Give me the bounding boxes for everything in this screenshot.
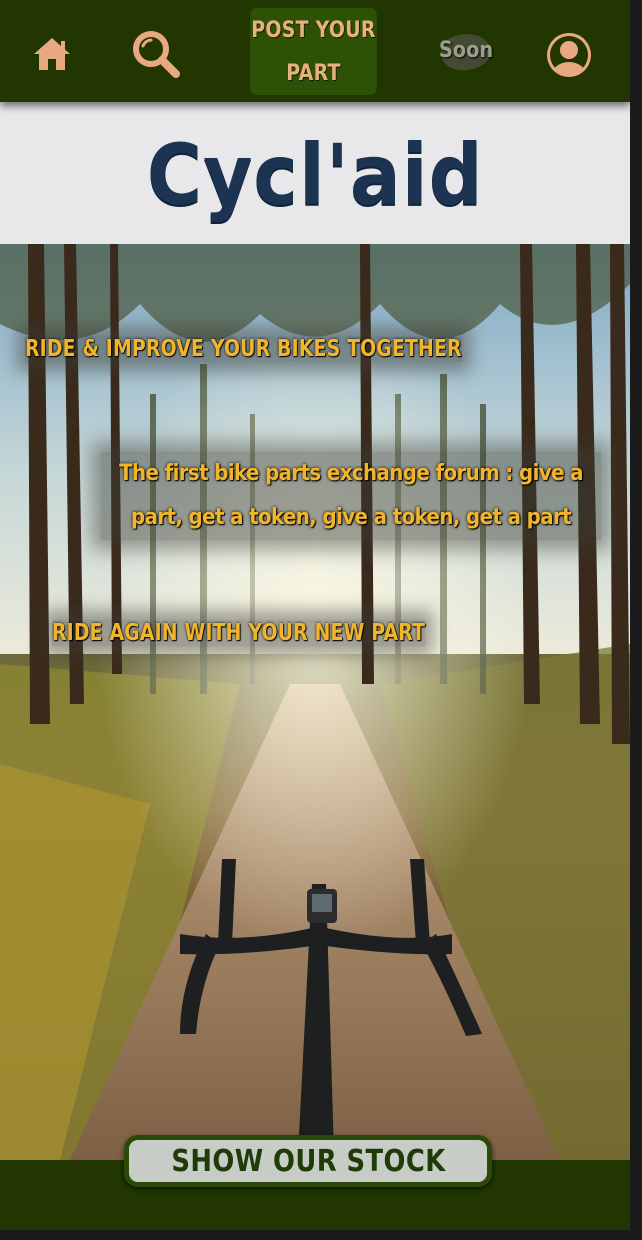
hero-tagline-exchange-forum: The first bike parts exchange forum : gi… — [101, 452, 601, 540]
site-title: Cycl'aid — [146, 126, 484, 224]
soon-button[interactable]: Soon — [431, 28, 501, 74]
hero-tagline-ride-again: RIDE AGAIN WITH YOUR NEW PART — [52, 620, 426, 646]
search-icon — [133, 31, 180, 78]
app-window: POST YOUR PART Soon Cycl'aid RIDE & IMPR… — [0, 0, 630, 1230]
forest-trail-photo — [0, 244, 630, 1160]
show-stock-button[interactable]: SHOW OUR STOCK — [124, 1135, 492, 1187]
home-icon — [34, 38, 70, 70]
account-button[interactable] — [544, 30, 594, 80]
post-button-label-line2: PART — [286, 60, 341, 86]
hero-banner: RIDE & IMPROVE YOUR BIKES TOGETHER The f… — [0, 244, 630, 1160]
user-circle-icon — [547, 33, 591, 77]
post-your-part-button[interactable]: POST YOUR PART — [250, 8, 377, 95]
search-button[interactable] — [128, 26, 184, 82]
top-navbar: POST YOUR PART Soon — [0, 0, 630, 102]
show-stock-label: SHOW OUR STOCK — [170, 1143, 446, 1179]
title-band: Cycl'aid — [0, 102, 630, 244]
hero-tagline-ride-improve: RIDE & IMPROVE YOUR BIKES TOGETHER — [25, 336, 462, 362]
soon-label: Soon — [438, 37, 494, 63]
post-button-label-line1: POST YOUR — [251, 17, 376, 43]
home-button[interactable] — [26, 28, 78, 80]
